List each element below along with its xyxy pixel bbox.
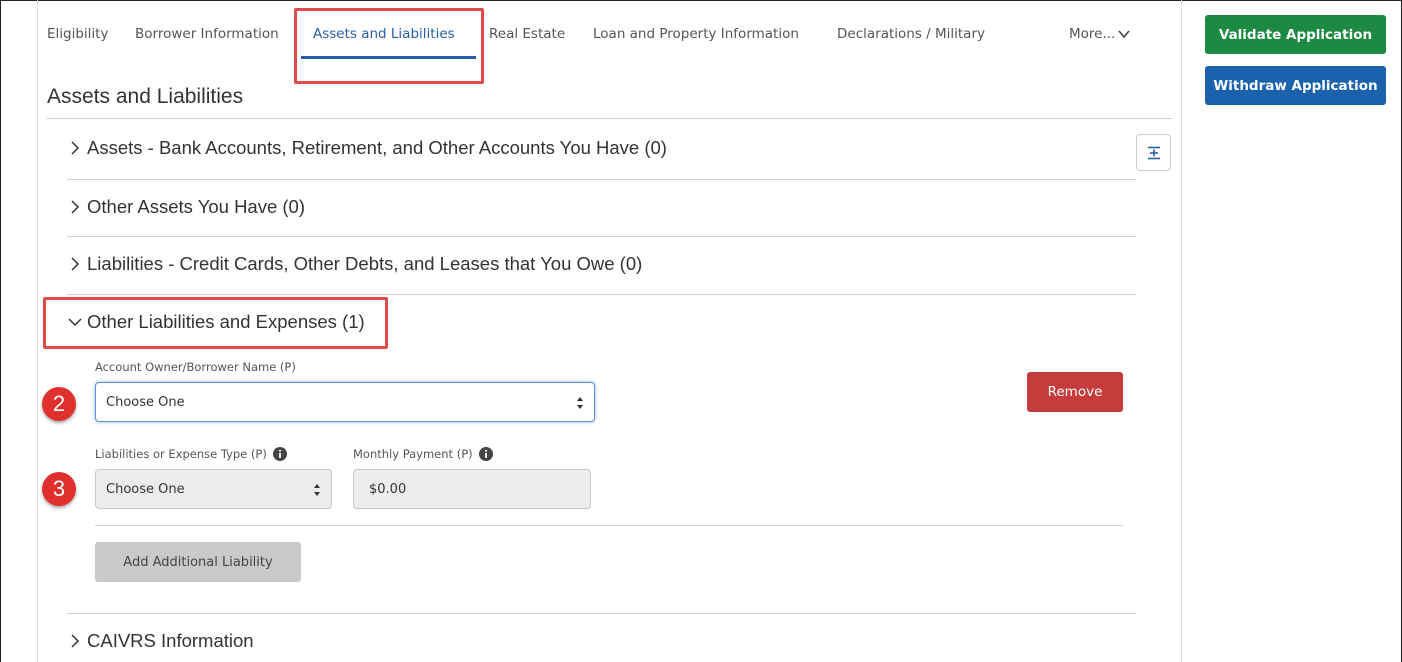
chevron-right-icon <box>71 141 80 155</box>
tab-more[interactable]: More... <box>1069 26 1130 42</box>
account-owner-select[interactable]: Choose One <box>95 382 595 422</box>
divider <box>67 294 1136 295</box>
withdraw-application-button[interactable]: Withdraw Application <box>1205 66 1386 105</box>
select-arrows-icon <box>577 397 583 409</box>
type-field-label: Liabilities or Expense Type (P) <box>95 447 287 461</box>
section-label: CAIVRS Information <box>87 630 254 651</box>
tab-loan-and-property-information[interactable]: Loan and Property Information <box>593 26 799 42</box>
tab-eligibility[interactable]: Eligibility <box>47 26 108 42</box>
divider <box>47 118 1172 119</box>
section-label: Assets - Bank Accounts, Retirement, and … <box>87 137 667 158</box>
expand-all-icon <box>1147 146 1160 159</box>
divider <box>67 613 1136 614</box>
step-marker-3: 3 <box>42 472 76 506</box>
validate-application-button[interactable]: Validate Application <box>1205 15 1386 54</box>
section-highlight-box <box>43 297 388 349</box>
info-icon[interactable] <box>478 447 493 461</box>
page-title: Assets and Liabilities <box>47 85 244 108</box>
section-label: Other Assets You Have (0) <box>87 196 306 217</box>
owner-field-label: Account Owner/Borrower Name (P) <box>95 360 296 374</box>
chevron-right-icon <box>71 634 80 648</box>
expand-all-button[interactable] <box>1136 134 1171 171</box>
type-field-label-text: Liabilities or Expense Type (P) <box>95 447 267 461</box>
tab-borrower-information[interactable]: Borrower Information <box>135 26 279 42</box>
expense-type-select[interactable]: Choose One <box>95 469 332 509</box>
section-assets-bank-accounts[interactable]: Assets - Bank Accounts, Retirement, and … <box>67 137 667 159</box>
payment-field-label: Monthly Payment (P) <box>353 447 493 461</box>
chevron-down-icon <box>1118 30 1130 39</box>
payment-field-label-text: Monthly Payment (P) <box>353 447 473 461</box>
tab-more-label: More... <box>1069 26 1116 42</box>
section-liabilities-credit-cards[interactable]: Liabilities - Credit Cards, Other Debts,… <box>67 253 642 275</box>
section-caivrs-information[interactable]: CAIVRS Information <box>67 630 254 652</box>
remove-button[interactable]: Remove <box>1027 372 1123 412</box>
divider <box>67 179 1136 180</box>
add-additional-liability-button[interactable]: Add Additional Liability <box>95 542 301 582</box>
monthly-payment-input[interactable]: $0.00 <box>353 469 591 509</box>
info-icon[interactable] <box>272 447 287 461</box>
account-owner-value: Choose One <box>106 394 185 410</box>
divider <box>67 236 1136 237</box>
section-other-assets[interactable]: Other Assets You Have (0) <box>67 196 305 218</box>
select-arrows-icon <box>314 484 320 496</box>
tab-highlight-box <box>294 8 484 84</box>
divider <box>95 525 1123 526</box>
chevron-right-icon <box>71 200 80 214</box>
section-label: Liabilities - Credit Cards, Other Debts,… <box>87 253 643 274</box>
chevron-right-icon <box>71 257 80 271</box>
expense-type-value: Choose One <box>106 481 185 497</box>
step-marker-2: 2 <box>42 387 76 421</box>
tab-real-estate[interactable]: Real Estate <box>489 26 565 42</box>
tab-declarations-military[interactable]: Declarations / Military <box>837 26 985 42</box>
